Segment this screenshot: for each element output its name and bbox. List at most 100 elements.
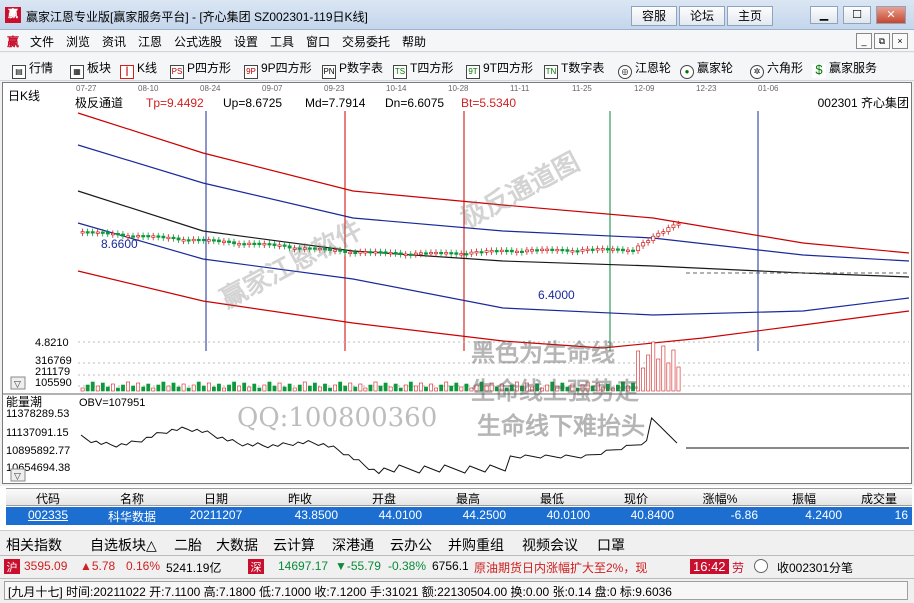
col-price[interactable]: 现价 (594, 490, 678, 507)
candle-body (348, 251, 353, 255)
col-open[interactable]: 开盘 (342, 490, 426, 507)
ts-icon: TS (393, 65, 407, 79)
low-price-label: 6.4000 (538, 288, 575, 302)
toolbar-hexagon[interactable]: ✲ 六角形 (750, 59, 803, 79)
col-date[interactable]: 日期 (174, 490, 258, 507)
volume-bar (621, 381, 625, 392)
date-tick-label: 08-10 (138, 84, 159, 93)
sh-icon: 沪 (4, 559, 20, 574)
func-second-child[interactable]: 二胎 (174, 535, 202, 555)
volume-bar (267, 381, 272, 392)
volume-bar (151, 387, 156, 392)
service-button[interactable]: 容服 (631, 6, 678, 26)
news-ticker[interactable]: 原油期货日内涨幅扩大至2%，现 (474, 559, 688, 576)
volume-bar (242, 382, 247, 392)
col-name[interactable]: 名称 (90, 490, 174, 507)
table-row[interactable]: 002335 科华数据 20211207 43.8500 44.0100 44.… (6, 507, 912, 525)
kline-chart-svg[interactable]: 07-27 08-10 08-24 09-07 09-23 10-14 10-28 11-11… (3, 83, 911, 483)
func-mna[interactable]: 并购重组 (448, 535, 504, 555)
candle-body (555, 249, 560, 252)
toolbar-p-square[interactable]: PS P四方形 (170, 59, 231, 79)
volume-bar (408, 381, 413, 392)
toolbar-winner-wheel[interactable]: ● 赢家轮 (680, 59, 733, 79)
candle-body (499, 249, 504, 253)
volume-bar (626, 385, 630, 392)
mdi-minimize-icon[interactable]: _ (856, 33, 872, 49)
volume-bar (161, 381, 166, 392)
func-video[interactable]: 视频会议 (522, 535, 578, 555)
col-low[interactable]: 最低 (510, 490, 594, 507)
candle-body (656, 232, 661, 237)
func-watchlist[interactable]: 自选板块△ (90, 535, 157, 555)
volume-bar (403, 384, 408, 392)
forum-button[interactable]: 论坛 (679, 6, 726, 26)
candle-body (484, 250, 489, 253)
candle-body (424, 252, 428, 255)
candle-body (292, 247, 297, 250)
chart-grid (78, 341, 909, 387)
volume-collapse-icon: ▽ (14, 379, 21, 389)
menu-gann[interactable]: 江恩 (138, 33, 162, 50)
toolbar-quotes[interactable]: ▤ 行情 (12, 59, 53, 79)
col-prev-close[interactable]: 昨收 (258, 490, 342, 507)
volume-bar (449, 385, 454, 392)
menu-info[interactable]: 资讯 (102, 33, 126, 50)
func-mask[interactable]: 口罩 (597, 535, 625, 555)
col-volume[interactable]: 成交量 (846, 490, 912, 507)
col-amplitude[interactable]: 振幅 (762, 490, 846, 507)
func-big-data[interactable]: 大数据 (216, 535, 258, 555)
toolbar-9p-square[interactable]: 9P 9P四方形 (244, 59, 312, 79)
menu-trade[interactable]: 交易委托 (342, 33, 390, 50)
volume-bar (141, 386, 146, 392)
maximize-icon[interactable]: ☐ (843, 6, 871, 24)
sh-pct: 0.16% (126, 559, 161, 573)
homepage-button[interactable]: 主页 (727, 6, 774, 26)
volume-bar (419, 382, 423, 392)
menu-tools[interactable]: 工具 (270, 33, 294, 50)
toolbar-kline[interactable]: ┃ K线 (120, 59, 157, 79)
candle-body (115, 233, 120, 236)
kline-chart-panel[interactable]: 07-27 08-10 08-24 09-07 09-23 10-14 10-28 11-11… (2, 82, 912, 484)
col-high[interactable]: 最高 (426, 490, 510, 507)
toolbar-service[interactable]: $ 赢家服务 (812, 59, 877, 78)
volume-bar (469, 387, 474, 392)
toolbar-sectors[interactable]: ▦ 板块 (70, 59, 111, 79)
volume-bar (489, 382, 494, 392)
toolbar-p-table[interactable]: PN P数字表 (322, 59, 383, 79)
volume-bar (550, 381, 555, 392)
candle-body (504, 249, 509, 253)
menu-help[interactable]: 帮助 (402, 33, 426, 50)
menu-browse[interactable]: 浏览 (66, 33, 90, 50)
func-cloud-office[interactable]: 云办公 (390, 535, 432, 555)
volume-bar (343, 385, 348, 392)
candle-body (600, 248, 605, 251)
col-change-pct[interactable]: 涨幅% (678, 490, 762, 507)
close-icon[interactable]: ✕ (876, 6, 906, 24)
cell-code[interactable]: 002335 (6, 508, 90, 522)
mdi-restore-icon[interactable]: ⧉ (874, 33, 890, 49)
candle-body (641, 242, 646, 247)
mdi-close-icon[interactable]: × (892, 33, 908, 49)
toolbar-gann-wheel[interactable]: ◎ 江恩轮 (618, 59, 671, 79)
date-tick-label: 12-09 (634, 84, 655, 93)
search-icon[interactable] (754, 559, 768, 573)
toolbar-9t-square[interactable]: 9T 9T四方形 (466, 59, 533, 79)
menu-window[interactable]: 窗口 (306, 33, 330, 50)
func-sz-hk[interactable]: 深港通 (332, 535, 374, 555)
candle-body (378, 251, 383, 254)
menu-formula[interactable]: 公式选股 (174, 33, 222, 50)
date-tick-label: 10-28 (448, 84, 469, 93)
alert-icon[interactable]: 劳 (732, 559, 744, 576)
candle-body (373, 251, 378, 254)
menu-file[interactable]: 文件 (30, 33, 54, 50)
col-code[interactable]: 代码 (6, 490, 90, 507)
func-related-index[interactable]: 相关指数 (6, 535, 62, 555)
minimize-icon[interactable]: ▁ (810, 6, 838, 24)
menu-settings[interactable]: 设置 (234, 33, 258, 50)
toolbar-t-square[interactable]: TS T四方形 (393, 59, 453, 79)
func-cloud[interactable]: 云计算 (273, 535, 315, 555)
volume-bar (565, 386, 570, 392)
volume-bar (585, 381, 590, 392)
toolbar-t-table[interactable]: TN T数字表 (544, 59, 604, 79)
sz-change: ▼-55.79 (335, 559, 381, 573)
